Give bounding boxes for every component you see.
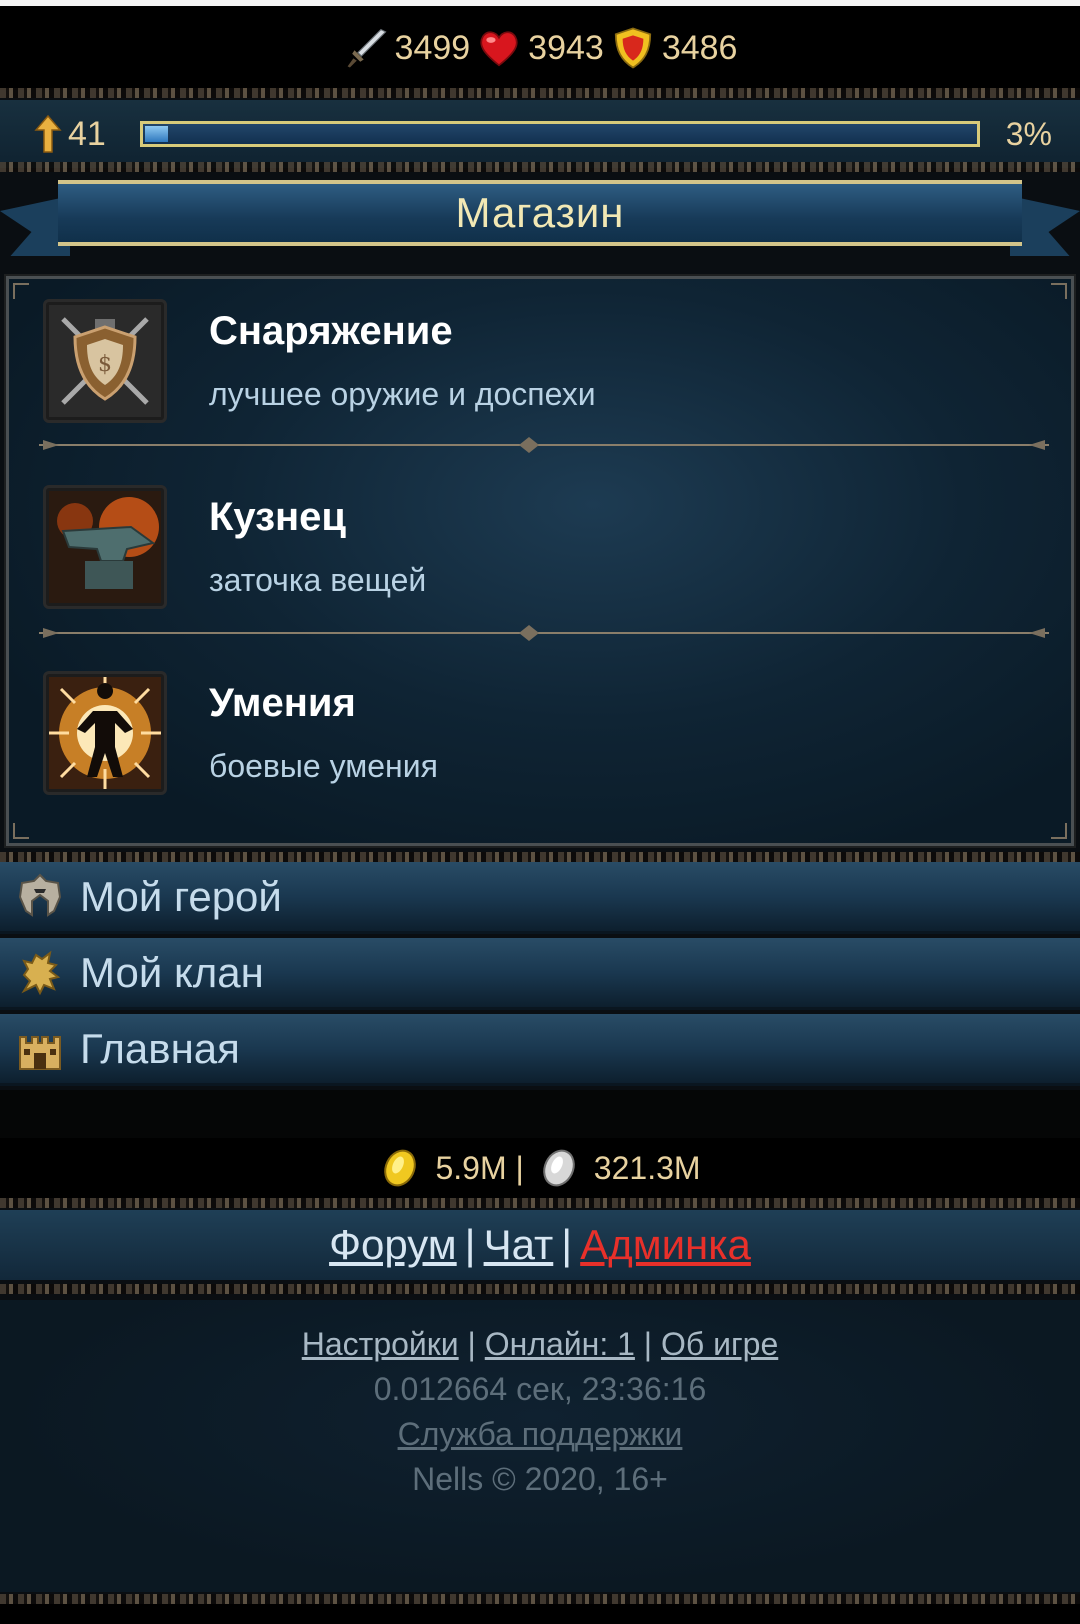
footer: Настройки | Онлайн: 1 | Об игре 0.012664…: [0, 1300, 1080, 1592]
svg-text:$: $: [98, 352, 112, 377]
shop-item-name: Кузнец: [209, 495, 347, 539]
panel-corner: [1051, 823, 1067, 839]
ribbon: Магазин: [58, 180, 1022, 246]
shop-item-desc: лучшее оружие и доспехи: [209, 376, 596, 412]
helmet-icon: [18, 873, 62, 917]
stats-bar: 3499 3943 3486: [0, 0, 1080, 90]
level-bar: 41 3%: [0, 100, 1080, 168]
shop-item-desc: боевые умения: [209, 748, 438, 784]
attack-value: 3499: [394, 28, 471, 67]
shop-item-name: Умения: [209, 681, 356, 725]
shop-item-blacksmith[interactable]: Кузнец заточка вещей: [43, 483, 1043, 611]
settings-link[interactable]: Настройки: [302, 1326, 459, 1362]
links-bar: Форум | Чат | Админка: [0, 1210, 1080, 1280]
divider: [0, 1594, 1080, 1604]
ornament-separator: [39, 437, 1049, 453]
page-title: Магазин: [455, 189, 625, 236]
chat-link[interactable]: Чат: [484, 1221, 554, 1269]
divider: [0, 162, 1080, 172]
shop-panel: $ Снаряжение лучшее оружие и доспехи Куз…: [4, 274, 1076, 848]
xp-percent: 3%: [1005, 115, 1052, 152]
nav-my-clan[interactable]: Мой клан: [0, 938, 1080, 1010]
ornament-separator: [39, 625, 1049, 641]
divider: [0, 1198, 1080, 1208]
shop-item-equipment[interactable]: $ Снаряжение лучшее оружие и доспехи: [43, 297, 1043, 425]
link-separator: |: [561, 1221, 573, 1268]
gold-amount: 5.9M |: [435, 1149, 524, 1186]
admin-link[interactable]: Админка: [580, 1221, 751, 1269]
nav-my-hero[interactable]: Мой герой: [0, 862, 1080, 934]
shop-item-icon-box: [43, 671, 167, 795]
currency-bar: 5.9M | 321.3M: [0, 1138, 1080, 1198]
online-link[interactable]: Онлайн: 1: [485, 1326, 635, 1362]
silver-amount: 321.3M: [593, 1149, 701, 1186]
health-stat: 3943: [476, 25, 604, 71]
shield-icon: [614, 27, 651, 69]
forum-link[interactable]: Форум: [329, 1221, 457, 1269]
defense-stat: 3486: [610, 25, 738, 71]
about-link[interactable]: Об игре: [661, 1326, 778, 1362]
nav-home[interactable]: Главная: [0, 1014, 1080, 1086]
level-indicator: 41: [34, 114, 140, 154]
nav-label: Мой герой: [80, 872, 282, 920]
bottom-edge: [0, 1604, 1080, 1624]
divider: [0, 88, 1080, 98]
anvil-icon: [49, 491, 161, 603]
shop-item-icon-box: [43, 485, 167, 609]
attack-stat: 3499: [343, 25, 471, 71]
xp-progress-bar: [140, 121, 980, 147]
divider: [0, 1090, 1080, 1138]
footer-separator: |: [643, 1326, 653, 1362]
divider: [0, 852, 1080, 862]
link-separator: |: [464, 1221, 476, 1268]
footer-links: Настройки | Онлайн: 1 | Об игре: [0, 1326, 1080, 1363]
nav-label: Главная: [80, 1024, 240, 1072]
health-value: 3943: [528, 28, 604, 67]
level-value: 41: [68, 114, 106, 153]
nav-label: Мой клан: [80, 948, 264, 996]
panel-corner: [13, 823, 29, 839]
xp-progress-fill: [145, 126, 169, 142]
copyright: Nells © 2020, 16+: [412, 1461, 668, 1497]
gold-coin-icon: [384, 1149, 417, 1187]
shop-item-skills[interactable]: Умения боевые умения: [43, 669, 1043, 797]
silver-coin-icon: [543, 1149, 575, 1187]
griffin-icon: [21, 950, 61, 995]
title-banner: Магазин: [0, 172, 1080, 264]
footer-separator: |: [467, 1326, 476, 1362]
shop-item-name: Снаряжение: [209, 309, 453, 353]
heart-icon: [480, 31, 518, 67]
arrow-up-icon: [34, 114, 62, 153]
page-timing: 0.012664 сек, 23:36:16: [373, 1371, 707, 1407]
shop-item-desc: заточка вещей: [209, 562, 427, 598]
divider: [0, 1284, 1080, 1294]
panel-corner: [1051, 283, 1067, 299]
panel-corner: [13, 283, 29, 299]
shop-item-icon-box: $: [43, 299, 167, 423]
defense-value: 3486: [661, 28, 738, 67]
power-figure-icon: [49, 677, 161, 789]
support-link[interactable]: Служба поддержки: [398, 1416, 683, 1452]
shield-crest-icon: $: [49, 305, 161, 417]
castle-icon: [19, 1035, 61, 1070]
sword-icon: [347, 28, 387, 68]
